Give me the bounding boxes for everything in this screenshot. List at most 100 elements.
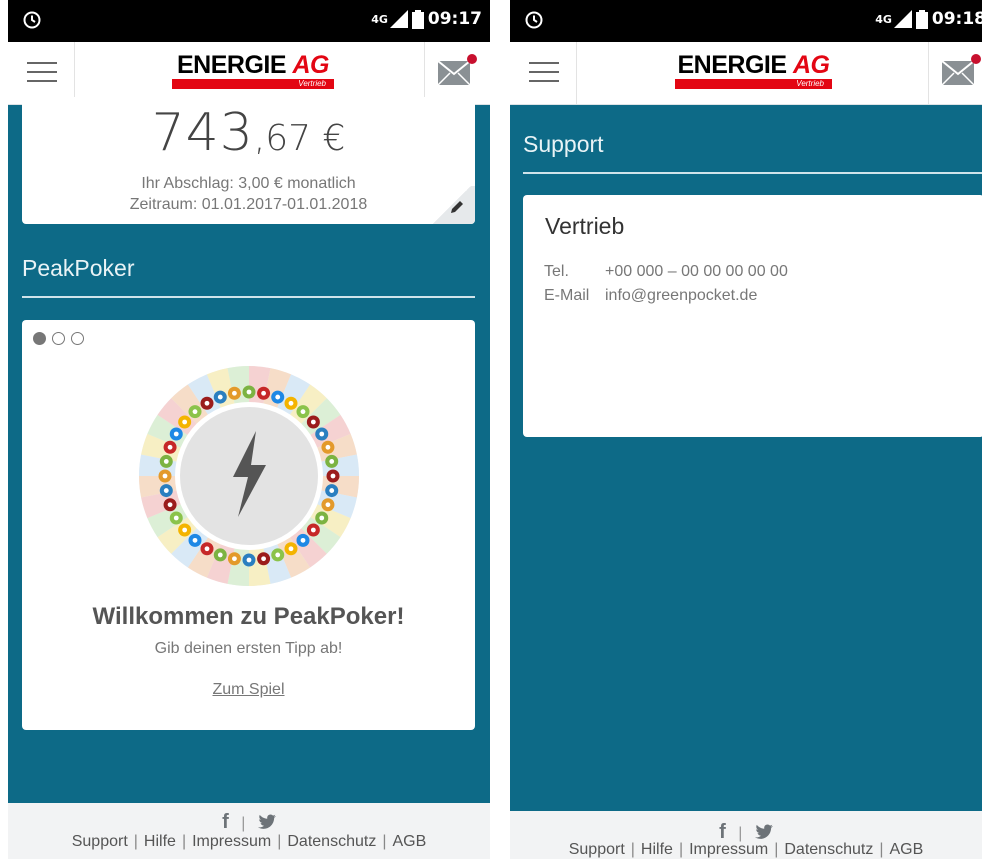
wheel-light-center <box>310 419 316 425</box>
wheel-light-center <box>319 515 325 521</box>
phone-screen-left: 4G 09:17 ENERGIE AG Vertrieb 743,67 € Ih… <box>8 0 490 859</box>
edit-button[interactable] <box>429 186 475 224</box>
section-divider <box>523 172 982 174</box>
wheel-light-center <box>217 552 223 558</box>
mail-button[interactable] <box>424 42 490 104</box>
contact-card: Vertrieb Tel. +00 000 – 00 00 00 00 00 E-… <box>523 195 982 437</box>
wheel-light-center <box>325 502 331 508</box>
footer-link-impressum[interactable]: Impressum <box>192 833 271 851</box>
wheel-light-center <box>173 431 179 437</box>
footer-link-datenschutz[interactable]: Datenschutz <box>784 841 873 859</box>
support-content: Support Vertrieb Tel. +00 000 – 00 00 00 … <box>510 105 982 859</box>
email-label: E-Mail <box>544 287 590 304</box>
wheel-light-center <box>162 473 168 479</box>
wheel-light-center <box>325 444 331 450</box>
menu-button[interactable] <box>510 42 577 104</box>
wheel-light-center <box>217 394 223 400</box>
battery-icon <box>411 9 424 29</box>
status-time: 09:18 <box>931 9 982 29</box>
mail-button[interactable] <box>928 42 982 104</box>
carousel-dot-active[interactable] <box>33 332 46 345</box>
wheel-light-center <box>204 400 210 406</box>
wheel-light-center <box>310 527 316 533</box>
footer: f | Support | Hilfe | Impressum | Datenschutz |… <box>510 811 982 859</box>
abschlag-text: Ihr Abschlag: 3,00 € monatlich <box>141 175 356 192</box>
logo-ag-text: AG <box>792 51 830 79</box>
energie-ag-logo[interactable]: ENERGIE AG Vertrieb <box>172 52 334 89</box>
wheel-light-center <box>182 419 188 425</box>
footer-link-support[interactable]: Support <box>72 833 128 851</box>
menu-button[interactable] <box>8 42 75 104</box>
carousel-dot[interactable] <box>52 332 65 345</box>
dashboard-content: 743,67 € Ihr Abschlag: 3,00 € monatlich … <box>8 97 490 859</box>
wheel-light-center <box>261 390 266 396</box>
footer-link-support[interactable]: Support <box>569 841 625 859</box>
wheel-light-center <box>167 444 173 450</box>
wheel-light-center <box>329 459 335 464</box>
zum-spiel-link[interactable]: Zum Spiel <box>22 681 475 699</box>
wheel-light-center <box>192 537 198 543</box>
energie-ag-logo[interactable]: ENERGIE AG Vertrieb <box>675 52 832 89</box>
social-links: f | <box>8 811 490 833</box>
section-divider <box>22 296 475 298</box>
wheel-light-center <box>232 390 237 396</box>
social-separator: | <box>738 825 743 842</box>
logo-main-text: ENERGIE <box>677 51 788 79</box>
wheel-light-center <box>192 409 198 415</box>
peakpoker-card: Willkommen zu PeakPoker! Gib deinen erst… <box>22 320 475 730</box>
wheel-light-center <box>173 515 179 521</box>
app-header: ENERGIE AG Vertrieb <box>510 42 982 105</box>
menu-icon-line <box>529 80 559 82</box>
signal-icon <box>389 10 408 28</box>
network-type: 4G <box>875 12 892 26</box>
wheel-light-center <box>329 488 335 493</box>
peakpoker-subtext: Gib deinen ersten Tipp ab! <box>154 640 343 657</box>
contact-card-title: Vertrieb <box>545 213 625 239</box>
tel-label: Tel. <box>544 263 569 280</box>
balance-amount: 743,67 € <box>22 103 475 163</box>
wheel-light-center <box>167 502 173 508</box>
wheel-light-center <box>319 431 325 437</box>
footer-link-hilfe[interactable]: Hilfe <box>641 841 673 859</box>
logo-subtitle: Vertrieb <box>675 79 832 89</box>
footer-link-agb[interactable]: AGB <box>392 833 426 851</box>
wheel-light-center <box>300 409 306 415</box>
support-title: Support <box>523 131 604 157</box>
notification-dot <box>467 54 477 64</box>
twitter-icon[interactable] <box>754 824 773 839</box>
alarm-icon <box>525 11 543 29</box>
twitter-icon[interactable] <box>257 814 276 829</box>
wheel-light-center <box>182 527 188 533</box>
footer-link-impressum[interactable]: Impressum <box>689 841 768 859</box>
carousel-indicator <box>33 332 84 345</box>
footer-link-hilfe[interactable]: Hilfe <box>144 833 176 851</box>
menu-icon-line <box>27 71 57 73</box>
carousel-dot[interactable] <box>71 332 84 345</box>
menu-icon-line <box>27 80 57 82</box>
footer-links: Support | Hilfe | Impressum | Datenschutz | AGB <box>568 841 924 859</box>
tel-row: Tel. +00 000 – 00 00 00 00 00 <box>544 263 788 281</box>
edit-icon <box>451 201 463 213</box>
wheel-light-center <box>275 552 281 558</box>
logo-subtitle: Vertrieb <box>172 79 334 89</box>
footer-link-datenschutz[interactable]: Datenschutz <box>287 833 376 851</box>
status-bar: 4G 09:17 <box>8 0 490 42</box>
wheel-light-center <box>288 400 294 406</box>
status-time: 09:17 <box>427 9 482 29</box>
footer-link-agb[interactable]: AGB <box>889 841 923 859</box>
social-separator: | <box>241 815 246 832</box>
status-bar: 4G 09:18 <box>510 0 982 42</box>
logo-main-text: ENERGIE <box>177 51 287 79</box>
menu-icon-line <box>529 71 559 73</box>
menu-icon-line <box>27 62 57 64</box>
tel-value[interactable]: +00 000 – 00 00 00 00 00 <box>605 263 788 280</box>
peakpoker-title: PeakPoker <box>22 255 135 281</box>
facebook-icon[interactable]: f <box>719 821 726 843</box>
email-value[interactable]: info@greenpocket.de <box>605 287 757 304</box>
amount-main: 743 <box>151 103 254 163</box>
email-row: E-Mail info@greenpocket.de <box>544 287 757 305</box>
zeitraum-text: Zeitraum: 01.01.2017-01.01.2018 <box>129 196 368 213</box>
social-links: f | <box>510 821 982 843</box>
wheel-light-center <box>300 537 306 543</box>
facebook-icon[interactable]: f <box>222 811 229 833</box>
